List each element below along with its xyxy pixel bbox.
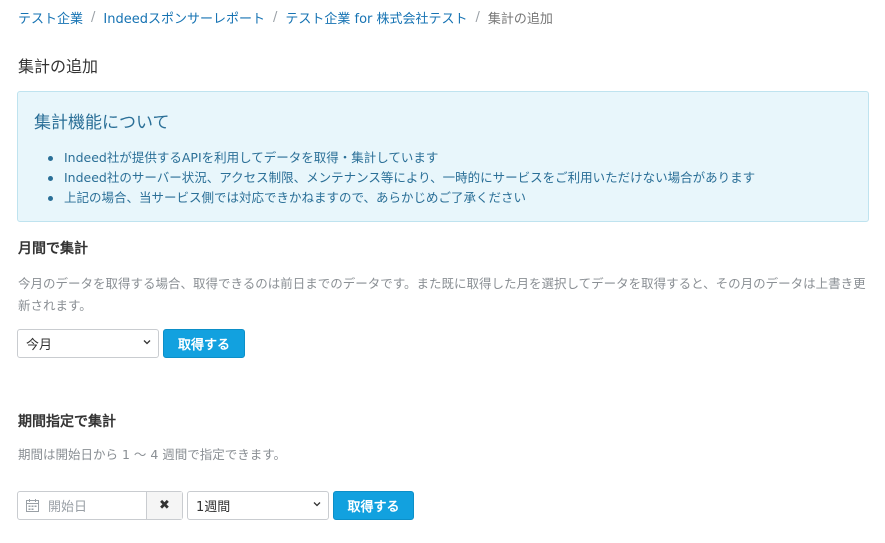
month-select-value: 今月 [26, 338, 53, 353]
info-box: 集計機能について Indeed社が提供するAPIを利用してデータを取得・集計して… [17, 91, 869, 222]
period-help-text: 期間は開始日から 1 〜 4 週間で指定できます。 [18, 447, 287, 462]
chevron-down-icon [143, 340, 151, 345]
breadcrumb-link-account[interactable]: テスト企業 for 株式会社テスト [285, 8, 467, 27]
period-fetch-button[interactable]: 取得する [333, 491, 414, 520]
info-list-item: Indeed社が提供するAPIを利用してデータを取得・集計しています [48, 148, 755, 168]
start-date-group: 開始日 ✖ [17, 491, 183, 520]
breadcrumb-link-report[interactable]: Indeedスポンサーレポート [103, 8, 265, 27]
clear-date-button[interactable]: ✖ [146, 492, 182, 519]
start-date-input[interactable]: 開始日 [18, 492, 146, 519]
close-icon: ✖ [159, 498, 170, 513]
weeks-select[interactable]: 1週間 [187, 491, 329, 520]
breadcrumb-separator: / [91, 9, 96, 25]
calendar-icon [26, 499, 39, 512]
breadcrumb-separator: / [272, 9, 278, 25]
chevron-down-icon [313, 502, 321, 507]
info-list: Indeed社が提供するAPIを利用してデータを取得・集計しています Indee… [48, 148, 755, 208]
breadcrumb-current: 集計の追加 [487, 11, 553, 27]
breadcrumb-link-company[interactable]: テスト企業 [18, 8, 83, 27]
monthly-section-title: 月間で集計 [18, 241, 88, 257]
month-select[interactable]: 今月 [17, 329, 159, 358]
page-title: 集計の追加 [18, 57, 99, 76]
info-box-title: 集計機能について [34, 113, 170, 133]
period-section-title: 期間指定で集計 [18, 414, 116, 430]
weeks-select-value: 1週間 [196, 500, 231, 515]
info-list-item: 上記の場合、当サービス側では対応できかねますので、あらかじめご了承ください [48, 188, 755, 208]
breadcrumb: テスト企業 / Indeedスポンサーレポート / テスト企業 for 株式会社… [18, 8, 553, 27]
breadcrumb-separator: / [475, 9, 480, 25]
monthly-help-text: 今月のデータを取得する場合、取得できるのは前日までのデータです。また既に取得した… [18, 276, 866, 313]
start-date-placeholder: 開始日 [48, 500, 88, 515]
info-list-item: Indeed社のサーバー状況、アクセス制限、メンテナンス等により、一時的にサービ… [48, 168, 755, 188]
monthly-fetch-button[interactable]: 取得する [163, 329, 245, 358]
